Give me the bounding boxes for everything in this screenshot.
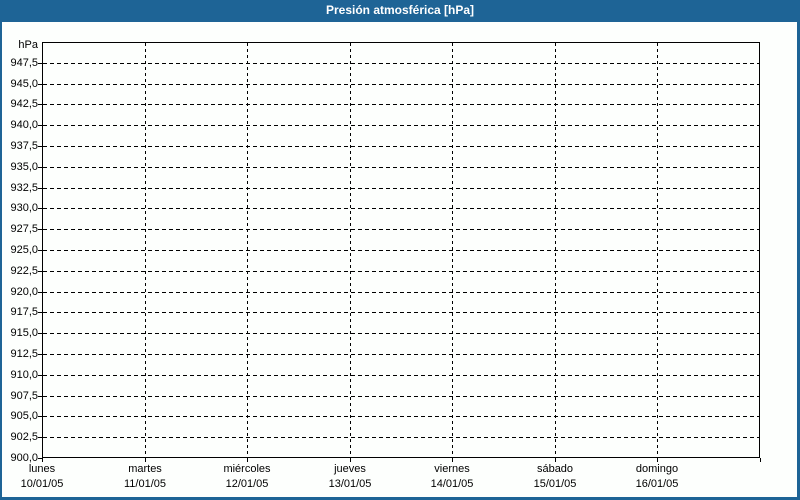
x-gridline bbox=[555, 43, 556, 457]
y-gridline bbox=[43, 250, 759, 251]
y-axis-tick bbox=[38, 396, 42, 397]
x-axis-tick bbox=[247, 458, 248, 462]
y-axis-tick bbox=[38, 292, 42, 293]
x-axis-tick bbox=[145, 458, 146, 462]
x-tick-day-label: lunes bbox=[28, 463, 56, 475]
x-tick-date-label: 13/01/05 bbox=[328, 478, 372, 490]
y-gridline bbox=[43, 396, 759, 397]
x-gridline bbox=[247, 43, 248, 457]
x-axis-tick bbox=[452, 458, 453, 462]
x-tick-day-label: domingo bbox=[635, 463, 679, 475]
y-axis-tick bbox=[38, 271, 42, 272]
x-gridline bbox=[657, 43, 658, 457]
x-gridline bbox=[145, 43, 146, 457]
y-gridline bbox=[43, 437, 759, 438]
y-tick-label: 910,0 bbox=[10, 369, 38, 381]
y-tick-label: 912,5 bbox=[10, 348, 38, 360]
x-tick-day-label: viernes bbox=[434, 463, 470, 475]
y-tick-label: 920,0 bbox=[10, 286, 38, 298]
y-tick-label: 915,0 bbox=[10, 327, 38, 339]
y-axis-tick bbox=[38, 188, 42, 189]
y-gridline bbox=[43, 146, 759, 147]
y-gridline bbox=[43, 292, 759, 293]
x-tick-day-label: miércoles bbox=[223, 463, 271, 475]
y-gridline bbox=[43, 416, 759, 417]
y-tick-label: 942,5 bbox=[10, 98, 38, 110]
y-gridline bbox=[43, 312, 759, 313]
y-tick-label: 945,0 bbox=[10, 78, 38, 90]
x-axis-tick bbox=[657, 458, 658, 462]
y-tick-label: 935,0 bbox=[10, 161, 38, 173]
x-gridline bbox=[452, 43, 453, 457]
y-axis-tick bbox=[38, 229, 42, 230]
x-tick-date-label: 14/01/05 bbox=[430, 478, 474, 490]
x-tick-day-label: jueves bbox=[334, 463, 366, 475]
y-gridline bbox=[43, 167, 759, 168]
y-axis-tick bbox=[38, 375, 42, 376]
x-axis-tick bbox=[555, 458, 556, 462]
y-gridline bbox=[43, 375, 759, 376]
y-tick-label: 905,0 bbox=[10, 410, 38, 422]
y-axis-tick bbox=[38, 250, 42, 251]
y-gridline bbox=[43, 208, 759, 209]
y-axis-unit-label: hPa bbox=[18, 39, 38, 51]
y-tick-label: 930,0 bbox=[10, 202, 38, 214]
y-axis-tick bbox=[38, 312, 42, 313]
x-tick-day-label: sábado bbox=[536, 463, 574, 475]
y-axis-tick bbox=[38, 354, 42, 355]
x-tick-day-label: martes bbox=[128, 463, 162, 475]
y-gridline bbox=[43, 229, 759, 230]
chart-title: Presión atmosférica [hPa] bbox=[325, 3, 475, 17]
y-gridline bbox=[43, 354, 759, 355]
x-tick-date-label: 11/01/05 bbox=[123, 478, 166, 490]
chart-canvas: hPa 947,5 945,0 942,5 940,0 937,5 935,0 932,5 93… bbox=[2, 22, 797, 497]
y-gridline bbox=[43, 63, 759, 64]
y-tick-label: 940,0 bbox=[10, 119, 38, 131]
y-tick-label: 937,5 bbox=[10, 140, 38, 152]
x-tick-date-label: 16/01/05 bbox=[635, 478, 679, 490]
x-axis-tick bbox=[42, 458, 43, 462]
x-tick-date-label: 12/01/05 bbox=[225, 478, 269, 490]
y-tick-label: 932,5 bbox=[10, 182, 38, 194]
y-tick-label: 922,5 bbox=[10, 265, 38, 277]
y-tick-label: 927,5 bbox=[10, 223, 38, 235]
y-gridline bbox=[43, 333, 759, 334]
x-axis-tick bbox=[350, 458, 351, 462]
y-gridline bbox=[43, 125, 759, 126]
x-tick-date-label: 10/01/05 bbox=[20, 478, 64, 490]
y-gridline bbox=[43, 188, 759, 189]
y-tick-label: 907,5 bbox=[10, 390, 38, 402]
x-axis-tick bbox=[760, 458, 761, 462]
y-axis-tick bbox=[38, 104, 42, 105]
y-axis-tick bbox=[38, 167, 42, 168]
x-tick-date-label: 15/01/05 bbox=[533, 478, 577, 490]
y-axis-tick bbox=[38, 146, 42, 147]
y-tick-label: 917,5 bbox=[10, 306, 38, 318]
y-gridline bbox=[43, 84, 759, 85]
y-tick-label: 902,5 bbox=[10, 431, 38, 443]
y-axis-tick bbox=[38, 125, 42, 126]
y-gridline bbox=[43, 271, 759, 272]
y-axis-tick bbox=[38, 333, 42, 334]
pressure-chart-widget: Presión atmosférica [hPa] hPa 947,5 945,0 9… bbox=[0, 0, 800, 500]
y-axis-tick bbox=[38, 208, 42, 209]
x-gridline bbox=[350, 43, 351, 457]
y-axis-tick bbox=[38, 416, 42, 417]
y-axis-tick bbox=[38, 63, 42, 64]
y-tick-label: 947,5 bbox=[10, 57, 38, 69]
chart-title-bar: Presión atmosférica [hPa] bbox=[0, 0, 800, 22]
y-axis-tick bbox=[38, 437, 42, 438]
y-gridline bbox=[43, 104, 759, 105]
y-tick-label: 925,0 bbox=[10, 244, 38, 256]
y-axis-tick bbox=[38, 84, 42, 85]
